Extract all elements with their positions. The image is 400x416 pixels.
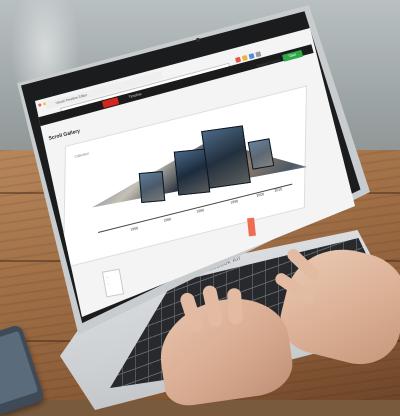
finger (226, 287, 244, 325)
close-window-button[interactable] (38, 103, 42, 107)
menu-icon[interactable] (255, 51, 262, 58)
movie-poster-thumbnail[interactable] (201, 125, 251, 189)
page-title: Scroll Gallery (48, 128, 81, 142)
side-panel[interactable]: — — (101, 268, 125, 298)
extension-icon[interactable] (241, 54, 248, 62)
movie-poster-thumbnail[interactable] (138, 171, 166, 203)
extension-icon[interactable] (235, 56, 242, 63)
webcam-icon (196, 38, 200, 42)
brand-logo[interactable] (101, 97, 120, 109)
extension-icon[interactable] (248, 53, 255, 60)
toolbar-label[interactable]: Timeline (128, 91, 142, 101)
movie-poster-thumbnail[interactable] (247, 138, 275, 170)
side-panel-line: — (106, 281, 111, 287)
